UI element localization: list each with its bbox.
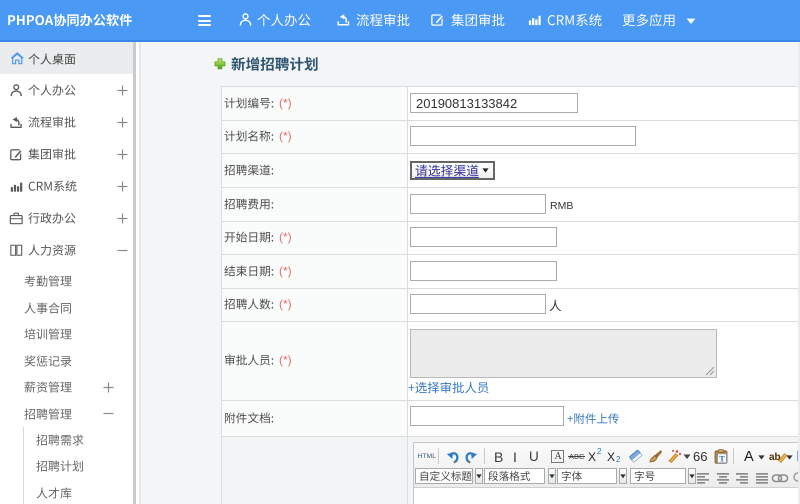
svg-text:ab: ab <box>769 452 781 463</box>
svg-text:T: T <box>719 454 725 463</box>
